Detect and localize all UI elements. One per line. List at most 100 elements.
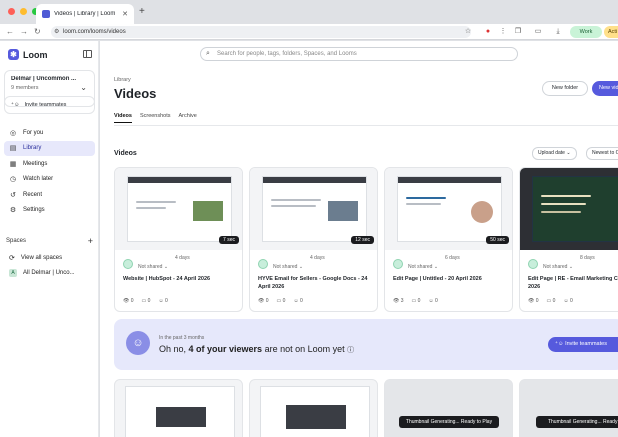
close-tab-icon[interactable]: ✕ (122, 10, 128, 18)
video-title[interactable]: HYVE Email for Sellers - Google Docs - 2… (258, 276, 375, 291)
comment-icon: ▭ (411, 298, 417, 304)
info-icon[interactable]: ⓘ (347, 347, 354, 354)
history-icon: ↺ (10, 191, 16, 199)
url-field[interactable]: ⚙ loom.com/looms/videos (51, 26, 471, 38)
search-placeholder: Search for people, tags, folders, Spaces… (217, 51, 357, 57)
forward-icon[interactable]: → (20, 27, 28, 36)
minimize-window-button[interactable] (20, 8, 27, 15)
comment-icon: ▭ (141, 298, 147, 304)
chevron-down-icon: ⌄ (566, 150, 571, 156)
thumbnail-block (286, 405, 346, 429)
video-thumbnail[interactable]: 12 sec (250, 168, 377, 250)
cast-icon[interactable]: ▭ (532, 26, 544, 38)
eye-icon: 👁 (393, 298, 400, 304)
collapse-sidebar-icon[interactable] (83, 50, 92, 58)
invite-teammates-button[interactable]: ⁺☺ Invite teammates (548, 337, 618, 352)
sidebar-item-recent[interactable]: ↺ Recent (4, 187, 95, 203)
upload-age: 4 days (310, 255, 325, 261)
profile-action-chip[interactable]: Acti (604, 26, 618, 38)
user-icon: ☺ (126, 331, 150, 355)
sidebar-item-settings[interactable]: ⚙ Settings (4, 203, 95, 219)
close-window-button[interactable] (8, 8, 15, 15)
share-status[interactable]: Not shared ⌄ (273, 264, 303, 270)
sidebar-item-for-you[interactable]: ◎ For you (4, 125, 95, 141)
download-icon[interactable]: ⤓ (552, 26, 564, 38)
new-video-button[interactable]: New vid (592, 81, 618, 96)
video-card[interactable]: 50 sec 6 days Not shared ⌄ Edit Page | U… (384, 167, 513, 312)
sidebar-item-watch-later[interactable]: ◷ Watch later (4, 172, 95, 188)
browser-tab[interactable]: Videos | Library | Loom ✕ (36, 4, 134, 24)
views-stat: 👁 0 (123, 298, 134, 304)
clock-icon: ◷ (9, 176, 17, 184)
comment-icon: ▭ (276, 298, 282, 304)
thumbnail-image (328, 201, 358, 221)
sidebar-item-all-space[interactable]: A All Delmar | Unco... (4, 266, 95, 280)
sidebar-item-library[interactable]: ▤ Library (4, 140, 95, 156)
share-status[interactable]: Not shared ⌄ (408, 264, 438, 270)
thumbnail-bar (398, 177, 501, 183)
extensions-icon[interactable]: ❐ (512, 26, 524, 38)
sort-dropdown[interactable]: Upload date ⌄ (532, 147, 577, 160)
tab-screenshots[interactable]: Screenshots (140, 113, 171, 123)
invite-teammates-button[interactable]: ⁺☺ Invite teammates (4, 96, 95, 114)
extension-puzzle-icon[interactable]: ⋮ (497, 26, 509, 38)
video-card[interactable]: 7 sec 4 days Not shared ⌄ Website | HubS… (114, 167, 243, 312)
thumbnail-page (260, 386, 370, 437)
video-title[interactable]: Website | HubSpot - 24 April 2026 (123, 276, 240, 284)
video-title[interactable]: Edit Page | Untitled - 20 April 2026 (393, 276, 510, 284)
brand-logo[interactable]: ✱ Loom (8, 49, 48, 60)
thumbnail-block (156, 407, 206, 427)
space-avatar: A (9, 269, 17, 277)
sidebar-item-meetings[interactable]: ▦ Meetings (4, 156, 95, 172)
eye-icon: 👁 (123, 298, 130, 304)
video-card[interactable] (249, 379, 378, 437)
sidebar-item-view-all-spaces[interactable]: ⟳ View all spaces (4, 251, 95, 265)
loom-logo-icon: ✱ (8, 49, 19, 60)
site-info-icon[interactable]: ⚙ (54, 26, 59, 38)
thumbnail-bar (263, 177, 366, 183)
breadcrumb[interactable]: Library (114, 77, 131, 83)
new-tab-icon[interactable]: + (139, 7, 145, 17)
views-stat: 👁 0 (528, 298, 539, 304)
order-dropdown[interactable]: Newest to O (586, 147, 618, 160)
extension-icon[interactable]: ● (482, 26, 494, 38)
reaction-icon: ☺ (563, 298, 569, 304)
comments-stat: ▭ 0 (276, 298, 286, 304)
tab-videos[interactable]: Videos (114, 113, 132, 123)
video-thumbnail[interactable]: 7 sec (115, 168, 242, 250)
new-folder-button[interactable]: New folder (542, 81, 588, 96)
add-space-icon[interactable]: + (88, 237, 93, 246)
video-thumbnail[interactable] (520, 168, 618, 250)
reaction-icon: ☺ (428, 298, 434, 304)
search-input[interactable]: ⌕ Search for people, tags, folders, Spac… (200, 47, 518, 61)
video-card[interactable]: 8 days Not shared ⌄ Edit Page | RE - Ema… (519, 167, 618, 312)
upload-age: 4 days (175, 255, 190, 261)
address-bar-row: ← → ↻ ⚙ loom.com/looms/videos ☆ ● ⋮ ❐ ▭ … (0, 24, 618, 40)
video-title[interactable]: Edit Page | RE - Email Marketing C 20 Ap… (528, 276, 618, 291)
video-duration: 7 sec (219, 236, 239, 244)
calendar-icon: ▦ (9, 160, 17, 168)
reload-icon[interactable]: ↻ (34, 27, 41, 36)
video-card[interactable]: Thumbnail Generating... Ready to Play (384, 379, 513, 437)
thumbnail-page (125, 386, 235, 437)
views-stat: 👁 3 (393, 298, 404, 304)
back-icon[interactable]: ← (6, 27, 14, 36)
video-card[interactable]: 12 sec 4 days Not shared ⌄ HYVE Email fo… (249, 167, 378, 312)
video-stats: 👁 0 ▭ 0 ☺ 0 (123, 298, 168, 304)
thumbnail-line (541, 211, 581, 213)
spaces-icon: ⟳ (9, 255, 15, 262)
video-card[interactable]: Thumbnail Generating... Ready to (519, 379, 618, 437)
add-user-icon: ⁺☺ (11, 102, 20, 108)
comments-stat: ▭ 0 (141, 298, 151, 304)
thumbnail-line (271, 205, 316, 207)
profile-work-chip[interactable]: Work (570, 26, 602, 38)
tab-archive[interactable]: Archive (179, 113, 197, 123)
user-circle-icon: ◎ (9, 129, 17, 137)
avatar (528, 259, 538, 269)
video-card[interactable] (114, 379, 243, 437)
video-thumbnail[interactable]: 50 sec (385, 168, 512, 250)
share-status[interactable]: Not shared ⌄ (138, 264, 168, 270)
share-status[interactable]: Not shared ⌄ (543, 264, 573, 270)
bookmark-star-icon[interactable]: ☆ (462, 26, 474, 38)
viewers-banner: ☺ In the past 3 months Oh no, 4 of your … (114, 319, 618, 370)
